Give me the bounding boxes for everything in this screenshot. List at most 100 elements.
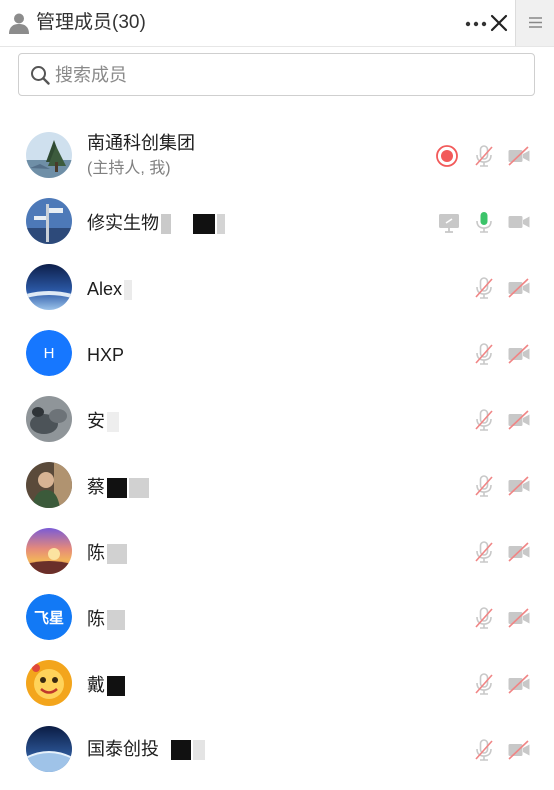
member-name: 国泰创投 (87, 737, 205, 761)
mic-toggle-button[interactable] (472, 408, 496, 432)
screen-share-button[interactable] (437, 211, 461, 235)
camera-off-icon (508, 344, 530, 364)
member-avatar (26, 726, 72, 772)
member-row[interactable]: 飞星 陈 (0, 586, 554, 652)
mic-muted-icon (475, 475, 493, 497)
member-avatar: H (26, 330, 72, 376)
redaction-block (124, 280, 133, 301)
member-row[interactable]: 陈 (0, 520, 554, 586)
mic-muted-icon (475, 739, 493, 761)
mic-toggle-button[interactable] (472, 738, 496, 762)
member-avatar (26, 132, 72, 178)
member-row[interactable]: 戴 (0, 652, 554, 718)
redaction-block (161, 214, 171, 235)
avatar-initial: 飞星 (26, 594, 72, 640)
mic-muted-icon (475, 607, 493, 629)
mic-toggle-button[interactable] (472, 342, 496, 366)
redaction-block (107, 412, 119, 433)
record-button[interactable] (435, 144, 459, 168)
member-row[interactable]: H HXP (0, 322, 554, 388)
camera-toggle-button[interactable] (507, 474, 531, 498)
mic-toggle-button[interactable] (472, 672, 496, 696)
member-name: 南通科创集团 (87, 133, 195, 153)
mic-toggle-button[interactable] (472, 606, 496, 630)
member-name: HXP (87, 345, 125, 365)
redaction-block (193, 740, 205, 761)
search-box[interactable] (18, 53, 535, 96)
member-avatar (26, 462, 72, 508)
member-row[interactable]: 蔡 (0, 454, 554, 520)
camera-off-icon (508, 476, 530, 496)
menu-button[interactable] (515, 0, 554, 46)
member-row[interactable]: Alex (0, 256, 554, 322)
mic-toggle-button[interactable] (472, 540, 496, 564)
mic-toggle-button[interactable] (472, 144, 496, 168)
member-name: 安 (87, 409, 119, 433)
member-row[interactable]: 修实生物 (0, 190, 554, 256)
redaction-block (107, 610, 125, 631)
redaction-block (107, 544, 127, 565)
camera-toggle-button[interactable] (507, 210, 531, 234)
camera-toggle-button[interactable] (507, 672, 531, 696)
camera-toggle-button[interactable] (507, 276, 531, 300)
screen-share-icon (439, 214, 459, 233)
member-name: Alex (87, 277, 133, 301)
mic-toggle-button[interactable] (472, 276, 496, 300)
redaction-block (107, 676, 125, 697)
member-row[interactable]: 安 (0, 388, 554, 454)
member-name: 陈 (87, 607, 125, 631)
menu-icon (529, 17, 542, 28)
panel-header: 管理成员(30) (0, 0, 554, 47)
more-icon (465, 21, 487, 27)
member-role: (主持人, 我) (87, 160, 171, 177)
search-input[interactable] (55, 60, 515, 90)
mic-muted-icon (475, 409, 493, 431)
member-avatar: 飞星 (26, 594, 72, 640)
mic-muted-icon (475, 145, 493, 167)
member-name: 戴 (87, 673, 125, 697)
camera-toggle-button[interactable] (507, 342, 531, 366)
redaction-block (193, 214, 215, 235)
camera-toggle-button[interactable] (507, 144, 531, 168)
member-name: 蔡 (87, 475, 149, 499)
close-button[interactable] (489, 12, 509, 34)
redaction-block (173, 214, 191, 235)
camera-off-icon (508, 146, 530, 166)
mic-toggle-button[interactable] (472, 474, 496, 498)
member-avatar (26, 198, 72, 244)
member-name: 陈 (87, 541, 127, 565)
member-row[interactable]: 南通科创集团 (主持人, 我) (0, 124, 554, 190)
redaction-block (161, 740, 169, 761)
camera-off-icon (508, 410, 530, 430)
mic-muted-icon (475, 673, 493, 695)
redaction-block (171, 740, 191, 761)
mic-active-icon (476, 212, 492, 233)
member-row[interactable]: 国泰创投 (0, 718, 554, 784)
redaction-block (217, 214, 225, 235)
member-avatar (26, 396, 72, 442)
camera-off-icon (508, 674, 530, 694)
redaction-block (107, 478, 127, 499)
camera-icon (508, 216, 530, 228)
camera-toggle-button[interactable] (507, 738, 531, 762)
panel-title: 管理成员(30) (36, 12, 146, 33)
redaction-block (129, 478, 149, 499)
mic-toggle-button[interactable] (472, 210, 496, 234)
camera-off-icon (508, 740, 530, 760)
close-icon (490, 14, 508, 32)
camera-toggle-button[interactable] (507, 606, 531, 630)
member-name: 修实生物 (87, 211, 225, 235)
camera-toggle-button[interactable] (507, 540, 531, 564)
mic-muted-icon (475, 277, 493, 299)
camera-off-icon (508, 278, 530, 298)
camera-off-icon (508, 542, 530, 562)
record-icon (436, 145, 458, 167)
more-options-button[interactable] (464, 10, 488, 36)
camera-off-icon (508, 608, 530, 628)
member-avatar (26, 660, 72, 706)
avatar-initial: H (26, 330, 72, 376)
search-icon (30, 65, 50, 85)
mic-muted-icon (475, 343, 493, 365)
camera-toggle-button[interactable] (507, 408, 531, 432)
member-avatar (26, 528, 72, 574)
